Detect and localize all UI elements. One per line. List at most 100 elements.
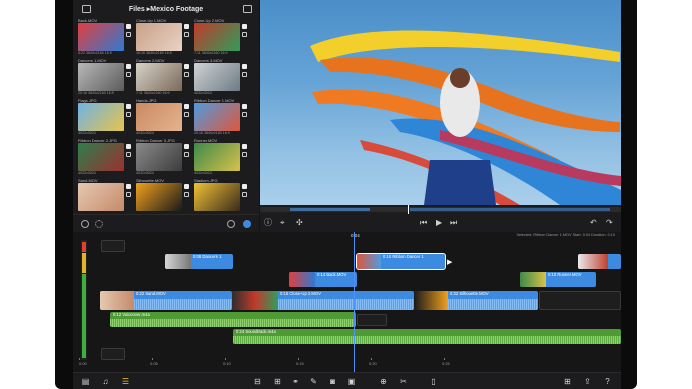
library-clip[interactable]: Flags.JPG 4032x3024 (78, 98, 132, 136)
library-clip-meta: 4032x3024 (194, 171, 212, 175)
audio-lanes-icon[interactable]: ♫ (101, 377, 110, 386)
library-clip[interactable]: Dancers 2.MOV 7:11 3840x2160 16:9 (136, 58, 190, 96)
audio-clip-voiceover[interactable]: 0:12 Voiceover.m4a (110, 312, 356, 327)
timeline[interactable]: 0:04 Selected: Ribbon Dancer 1.MOV Start… (73, 232, 621, 374)
timeline-clip-silhouette[interactable]: 0:32 Silhouette.MOV (414, 291, 538, 310)
library-clip-thumbnail (194, 63, 240, 91)
bottom-toolbar: ▤ ♫ ☰ ⊟ ⊞ ⚭ ✎ ◙ ▣ ⊕ ✂ ▯ ⊞ ⇪ ? (73, 372, 621, 389)
library-clip-meta: 4032x3024 (78, 131, 96, 135)
scissors-icon[interactable]: ✂ (399, 377, 408, 386)
empty-slot (101, 240, 125, 252)
library-clip-meta: 7:11 3840x2160 16:9 (194, 51, 228, 55)
library-clip-meta: 16:16 3840x2160 16:9 (136, 51, 172, 55)
clip-status-icons (242, 144, 248, 172)
import-icon[interactable] (243, 5, 252, 13)
timeline-clip-back[interactable]: 0:14 Back.MOV (289, 272, 357, 287)
library-clip-meta: 4032x3024 (136, 171, 154, 175)
undo-icon[interactable]: ↶ (590, 219, 597, 227)
timeline-view-icon[interactable]: ☰ (121, 377, 130, 386)
app-screen: Files ▸Mexico Footage Back.MOV 5:22 3840x… (73, 0, 621, 389)
clip-status-icons (242, 184, 248, 212)
camera-icon[interactable]: ◙ (328, 377, 337, 386)
timeline-clip-close-up[interactable]: 0:16 Close-Up 2.MOV (232, 291, 414, 310)
library-clip[interactable]: Silhouette.MOV (136, 178, 190, 216)
timeline-clip-partial[interactable] (578, 254, 621, 269)
skip-forward-icon[interactable]: ⏭ (450, 219, 457, 227)
library-clip[interactable]: Runner.MOV 4032x3024 (194, 138, 248, 176)
info-icon[interactable]: ⓘ (264, 219, 272, 227)
library-clip-thumbnail (78, 183, 124, 211)
viewer-image (310, 30, 621, 205)
library-clip-thumbnail (194, 103, 240, 131)
detach-icon[interactable]: ⊞ (273, 377, 282, 386)
library-clip[interactable]: Ribbon Dancer 1.MOV 20:16 3840x2160 16:9 (194, 98, 248, 136)
pen-icon[interactable]: ✎ (309, 377, 318, 386)
library-clip[interactable]: Ribbon Dancer 2.JPG 4032x3024 (78, 138, 132, 176)
playhead[interactable] (354, 232, 355, 372)
timeline-clip-runner[interactable]: 0:10 Runner.MOV (520, 272, 596, 287)
viewer-controls: ⓘ ⌖ ✣ ⏮ ▶ ⏭ ↶ ↷ (260, 205, 621, 232)
library-clip-thumbnail (136, 63, 182, 91)
clip-status-icons (126, 184, 132, 212)
redo-icon[interactable]: ↷ (606, 219, 613, 227)
library-clip[interactable]: Back.MOV 5:22 3840x2160 16:9 (78, 18, 132, 56)
library-clip[interactable]: Sand.MOV (78, 178, 132, 216)
library-clip[interactable]: Hands.JPG 4032x3024 (136, 98, 190, 136)
empty-track (539, 291, 621, 310)
clip-status-icons (184, 24, 190, 52)
clip-status-icons (242, 104, 248, 132)
clip-status-icons (126, 104, 132, 132)
library-clip[interactable]: Close-Up 2.MOV 7:11 3840x2160 16:9 (194, 18, 248, 56)
library-clip[interactable]: Ribbon Dancer 3.JPG 4032x3024 (136, 138, 190, 176)
link-icon[interactable]: ⚭ (291, 377, 300, 386)
playhead-time: 0:04 (351, 233, 360, 238)
library-clip[interactable]: Dancers 1.MOV 20:16 3840x2160 16:9 (78, 58, 132, 96)
clip-status-icons (184, 184, 190, 212)
add-icon[interactable]: ⊕ (379, 377, 388, 386)
library-clip-thumbnail (78, 143, 124, 171)
skip-back-icon[interactable]: ⏮ (420, 219, 427, 227)
more-icon[interactable] (95, 220, 103, 228)
search-icon[interactable] (227, 220, 235, 228)
layout-icon[interactable]: ⊞ (563, 377, 572, 386)
library-clip-thumbnail (194, 23, 240, 51)
library-header: Files ▸Mexico Footage (73, 2, 259, 16)
library-clip[interactable]: Close-Up 1.MOV 16:16 3840x2160 16:9 (136, 18, 190, 56)
marker-icon[interactable]: ⌖ (280, 219, 287, 227)
timeline-ruler: 0:00 0:05 0:10 0:15 0:20 0:25 (73, 358, 621, 372)
library-clip-meta: 4032x3024 (78, 171, 96, 175)
library-clip[interactable]: Stadium.JPG (194, 178, 248, 216)
library-clip-thumbnail (78, 103, 124, 131)
preview-viewer[interactable] (260, 0, 621, 205)
trash-icon[interactable]: ▯ (429, 377, 438, 386)
photo-icon[interactable]: ▣ (347, 377, 356, 386)
clip-status-icons (126, 144, 132, 172)
clip-handle-icon[interactable]: ▶ (447, 258, 452, 266)
media-browser-icon[interactable]: ▤ (81, 377, 90, 386)
clip-status-icons (184, 144, 190, 172)
timeline-clip-ribbon-dancer[interactable]: 0:10 Ribbon Dancer 1 (356, 253, 446, 270)
audio-clip-soundtrack[interactable]: 0:24 Soundtrack.m4a (233, 329, 621, 344)
filter-icon[interactable] (243, 220, 251, 228)
library-title: Files ▸Mexico Footage (128, 6, 204, 13)
play-icon[interactable]: ▶ (436, 219, 443, 227)
split-clip-icon[interactable]: ⊟ (253, 377, 262, 386)
transform-icon[interactable]: ✣ (296, 219, 303, 227)
timeline-clip-dancers[interactable]: 0:08 Dancers 1 (165, 254, 233, 269)
help-icon[interactable]: ? (603, 377, 612, 386)
library-clip[interactable]: Dancers 3.MOV 4032x3024 (194, 58, 248, 96)
library-clip-meta: 7:11 3840x2160 16:9 (136, 91, 170, 95)
share-icon[interactable]: ⇪ (583, 377, 592, 386)
library-clip-meta: 4032x3024 (136, 131, 154, 135)
library-clip-meta: 5:22 3840x2160 16:9 (78, 51, 112, 55)
audio-meter (81, 240, 87, 360)
library-clip-thumbnail (136, 183, 182, 211)
clip-status-icons (242, 64, 248, 92)
clip-status-icons (242, 24, 248, 52)
viewer-scrubber[interactable] (260, 205, 621, 214)
clip-status-icons (126, 64, 132, 92)
library-clip-thumbnail (136, 143, 182, 171)
timeline-clip-sand[interactable]: 0:22 Sand.MOV (100, 291, 232, 310)
library-footer (73, 214, 259, 232)
select-icon[interactable] (81, 220, 89, 228)
